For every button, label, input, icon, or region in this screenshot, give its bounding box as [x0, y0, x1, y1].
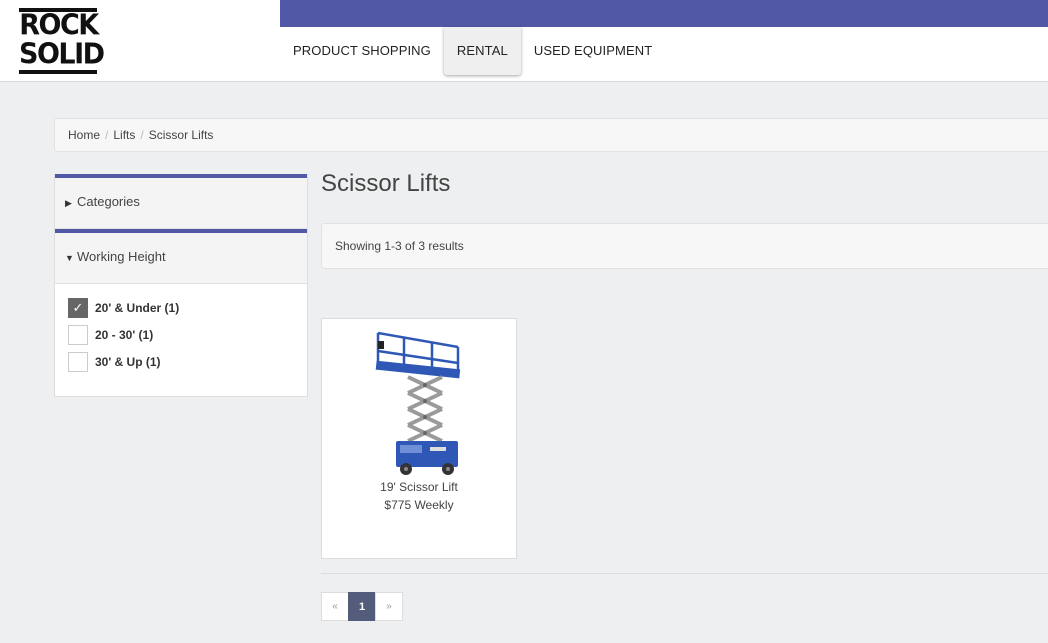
nav-rental[interactable]: RENTAL: [443, 27, 521, 75]
logo-word-rock: ROCK: [19, 9, 99, 42]
filter-checkbox[interactable]: [68, 324, 88, 345]
breadcrumb-home[interactable]: Home: [68, 128, 100, 142]
caret-right-icon: ▶: [65, 198, 72, 208]
logo-bottom-bar: [19, 70, 97, 74]
working-height-filters: ✓ 20' & Under (1) 20 - 30' (1) 30' & Up …: [55, 284, 307, 375]
filter-label: 30' & Up (1): [95, 354, 161, 369]
filter-label: 20 - 30' (1): [95, 327, 154, 342]
results-count-bar: Showing 1-3 of 3 results: [321, 223, 1048, 269]
product-card[interactable]: 19' Scissor Lift $775 Weekly: [321, 318, 517, 559]
filter-20-and-under[interactable]: ✓ 20' & Under (1): [68, 294, 307, 321]
pagination-prev-button[interactable]: «: [321, 592, 349, 621]
product-name[interactable]: 19' Scissor Lift: [322, 480, 516, 494]
page-title: Scissor Lifts: [321, 170, 451, 197]
product-price: $775 Weekly: [384, 498, 454, 512]
rock-solid-logo[interactable]: ROCK SOLID: [19, 8, 105, 74]
filter-30-and-up[interactable]: 30' & Up (1): [68, 348, 307, 375]
filter-checkbox-checked[interactable]: ✓: [68, 297, 88, 318]
logo-word-solid: SOLID: [19, 38, 105, 71]
site-header: ROCK SOLID PRODUCT SHOPPING RENTAL USED …: [0, 0, 1048, 82]
nav-used-equipment[interactable]: USED EQUIPMENT: [521, 27, 665, 75]
breadcrumb-separator: /: [105, 128, 109, 142]
filter-20-to-30[interactable]: 20 - 30' (1): [68, 321, 307, 348]
working-height-panel-toggle[interactable]: ▼ Working Height: [55, 229, 307, 284]
main-nav: PRODUCT SHOPPING RENTAL USED EQUIPMENT: [280, 27, 665, 76]
breadcrumb-separator: /: [140, 128, 144, 142]
breadcrumb-lifts[interactable]: Lifts: [113, 128, 135, 142]
filter-checkbox[interactable]: [68, 351, 88, 372]
categories-label: Categories: [77, 194, 140, 209]
breadcrumb-current: Scissor Lifts: [148, 128, 214, 142]
pagination-next-button[interactable]: »: [375, 592, 403, 621]
filter-sidebar: ▶ Categories ▼ Working Height ✓ 20' & Unde…: [54, 174, 308, 397]
check-icon: ✓: [72, 299, 84, 315]
filter-label: 20' & Under (1): [95, 300, 180, 315]
scissor-lift-image[interactable]: [370, 327, 470, 479]
breadcrumb: Home / Lifts / Scissor Lifts: [54, 118, 1048, 152]
pagination-page-1[interactable]: 1: [348, 592, 376, 621]
header-accent-bar: [280, 0, 1048, 27]
results-count: Showing 1-3 of 3 results: [335, 239, 464, 253]
caret-down-icon: ▼: [65, 253, 74, 263]
results-divider: [321, 573, 1048, 574]
working-height-label: Working Height: [77, 249, 166, 264]
categories-panel-toggle[interactable]: ▶ Categories: [55, 174, 307, 229]
nav-product-shopping[interactable]: PRODUCT SHOPPING: [280, 27, 444, 75]
pagination: « 1 »: [321, 592, 403, 621]
